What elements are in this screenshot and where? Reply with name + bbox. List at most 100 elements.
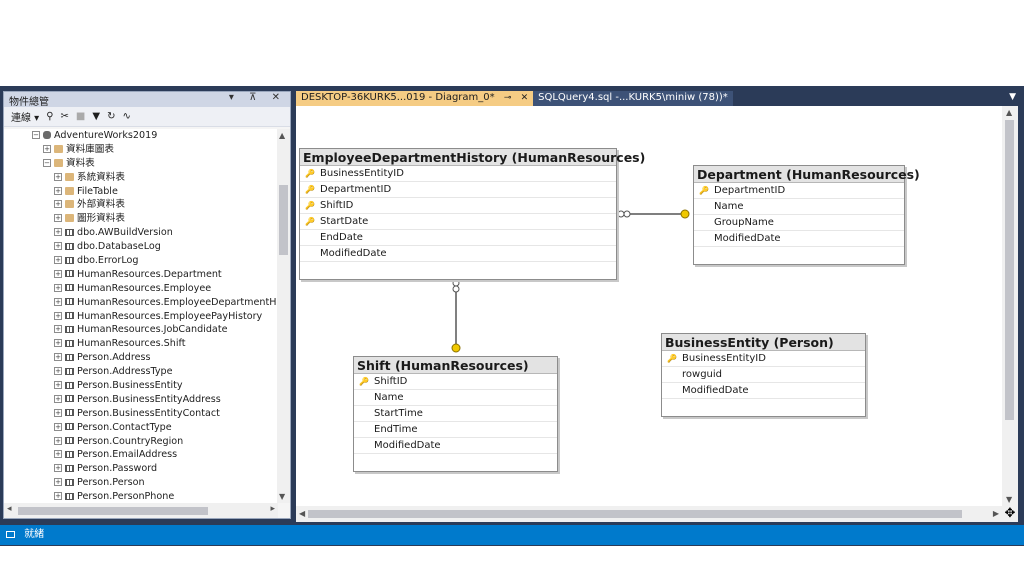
expand-icon[interactable]: + (54, 228, 62, 237)
canvas-vertical-scrollbar[interactable]: ▲ ▼ (1002, 106, 1018, 506)
tree-item[interactable]: + HumanResources.Shift (4, 337, 278, 351)
collapse-icon[interactable]: − (32, 131, 40, 139)
tree-item[interactable]: + 系統資料表 (4, 171, 278, 185)
tree-item[interactable]: + Person.ContactType (4, 421, 278, 435)
expand-icon[interactable]: + (43, 144, 51, 153)
table-employee-department-history[interactable]: EmployeeDepartmentHistory (HumanResource… (299, 148, 645, 280)
column-row[interactable]: 🔑 DepartmentID (694, 183, 904, 199)
column-row[interactable]: 🔑 DepartmentID (300, 182, 616, 198)
expand-icon[interactable]: + (54, 353, 62, 362)
expand-icon[interactable]: + (54, 464, 62, 473)
column-row[interactable]: ModifiedDate (694, 231, 904, 247)
tree-item[interactable]: + Person.AddressType (4, 365, 278, 379)
stop-icon[interactable]: ■ (76, 111, 85, 122)
tree-item[interactable]: + dbo.ErrorLog (4, 254, 278, 268)
canvas-hscroll-thumb[interactable] (308, 510, 962, 518)
scroll-right-icon[interactable]: ▸ (270, 504, 275, 514)
expand-icon[interactable]: + (54, 381, 62, 390)
scroll-up-icon[interactable]: ▲ (279, 131, 285, 140)
expand-icon[interactable]: + (54, 311, 62, 320)
expand-icon[interactable]: + (54, 367, 62, 376)
tree-item[interactable]: + dbo.DatabaseLog (4, 240, 278, 254)
tree-item[interactable]: + 資料庫圖表 (4, 143, 278, 157)
table-title[interactable]: Department (HumanResources) (694, 166, 920, 183)
connect-dropdown[interactable]: 連線 ▾ (11, 109, 39, 124)
expand-icon[interactable]: + (54, 394, 62, 403)
column-row[interactable]: StartTime (354, 406, 557, 422)
tabs-dropdown-icon[interactable]: ▼ (1009, 92, 1016, 102)
expand-icon[interactable]: + (54, 325, 62, 334)
tree-item[interactable]: + 圖形資料表 (4, 212, 278, 226)
close-icon[interactable]: ✕ (521, 93, 529, 103)
canvas-scroll-up-icon[interactable]: ▲ (1006, 108, 1012, 117)
table-title[interactable]: Shift (HumanResources) (354, 357, 557, 374)
table-shift[interactable]: Shift (HumanResources) 🔑 ShiftID Name StartT… (353, 356, 558, 472)
panel-window-buttons[interactable]: ▾ ⊼ ✕ (229, 92, 286, 103)
tree-horizontal-scrollbar[interactable]: ◂ ▸ (4, 503, 278, 518)
refresh-icon[interactable]: ↻ (107, 111, 115, 122)
tree-hscroll-thumb[interactable] (18, 507, 208, 515)
tree-item[interactable]: + Person.CountryRegion (4, 435, 278, 449)
tree-item[interactable]: − 資料表 (4, 157, 278, 171)
tree-item[interactable]: + Person.BusinessEntityAddress (4, 393, 278, 407)
table-title[interactable]: BusinessEntity (Person) (662, 334, 865, 351)
column-row[interactable]: 🔑 BusinessEntityID (300, 166, 616, 182)
column-row[interactable]: Name (694, 199, 904, 215)
column-row[interactable]: EndTime (354, 422, 557, 438)
tree-item[interactable]: + Person.PersonPhone (4, 490, 278, 503)
expand-icon[interactable]: + (54, 422, 62, 431)
tree-item[interactable]: + Person.BusinessEntityContact (4, 407, 278, 421)
tree-item[interactable]: + Person.BusinessEntity (4, 379, 278, 393)
canvas-horizontal-scrollbar[interactable]: ◀ ▶ (296, 506, 1002, 522)
expand-icon[interactable]: + (54, 269, 62, 278)
tree-item[interactable]: + Person.Password (4, 462, 278, 476)
expand-icon[interactable]: + (54, 200, 62, 209)
column-row[interactable]: 🔑 BusinessEntityID (662, 351, 865, 367)
column-row[interactable]: Name (354, 390, 557, 406)
canvas-scroll-right-icon[interactable]: ▶ (993, 509, 999, 518)
collapse-icon[interactable]: − (43, 158, 51, 167)
relationship-edh-department[interactable] (617, 209, 690, 219)
expand-icon[interactable]: + (54, 186, 62, 195)
expand-icon[interactable]: + (54, 436, 62, 445)
column-row[interactable]: EndDate (300, 230, 616, 246)
expand-icon[interactable]: + (54, 478, 62, 487)
tree-item[interactable]: + HumanResources.EmployeeDepartmentHisto (4, 296, 278, 310)
canvas-scroll-down-icon[interactable]: ▼ (1006, 495, 1012, 504)
column-row[interactable]: ModifiedDate (354, 438, 557, 454)
expand-icon[interactable]: + (54, 339, 62, 348)
tree-item[interactable]: + FileTable (4, 185, 278, 199)
expand-icon[interactable]: + (54, 172, 62, 181)
disconnect-icon[interactable]: ✂ (61, 111, 69, 122)
tree-item[interactable]: + Person.Address (4, 351, 278, 365)
expand-icon[interactable]: + (54, 256, 62, 265)
scroll-down-icon[interactable]: ▼ (279, 492, 285, 501)
connect-icon[interactable]: ⚲ (46, 111, 53, 122)
tree-item[interactable]: + 外部資料表 (4, 198, 278, 212)
column-row[interactable]: 🔑 StartDate (300, 214, 616, 230)
table-department[interactable]: Department (HumanResources) 🔑 DepartmentID… (693, 165, 920, 265)
expand-icon[interactable]: + (54, 297, 62, 306)
column-row[interactable]: 🔑 ShiftID (300, 198, 616, 214)
relationship-edh-shift[interactable] (451, 279, 461, 353)
expand-icon[interactable]: + (54, 214, 62, 223)
expand-icon[interactable]: + (54, 408, 62, 417)
tree-item[interactable]: + Person.EmailAddress (4, 448, 278, 462)
tab-sql-query[interactable]: SQLQuery4.sql -...KURK5\miniw (78))* (533, 91, 733, 106)
table-title[interactable]: EmployeeDepartmentHistory (HumanResource… (300, 149, 645, 166)
tree-scroll-thumb[interactable] (279, 185, 288, 255)
tree-item[interactable]: + HumanResources.EmployeePayHistory (4, 310, 278, 324)
filter-icon[interactable]: ▼ (92, 111, 100, 122)
tree-item[interactable]: + Person.Person (4, 476, 278, 490)
canvas-vscroll-thumb[interactable] (1005, 120, 1014, 420)
scroll-left-icon[interactable]: ◂ (7, 504, 12, 514)
tree-item[interactable]: + HumanResources.Employee (4, 282, 278, 296)
expand-icon[interactable]: + (54, 242, 62, 251)
tree-item[interactable]: + dbo.AWBuildVersion (4, 226, 278, 240)
tree-item[interactable]: + HumanResources.Department (4, 268, 278, 282)
table-business-entity[interactable]: BusinessEntity (Person) 🔑 BusinessEntityID… (661, 333, 866, 417)
tab-diagram[interactable]: DESKTOP-36KURK5...019 - Diagram_0* ⊸ ✕ (296, 91, 534, 106)
column-row[interactable]: GroupName (694, 215, 904, 231)
column-row[interactable]: rowguid (662, 367, 865, 383)
expand-icon[interactable]: + (54, 450, 62, 459)
